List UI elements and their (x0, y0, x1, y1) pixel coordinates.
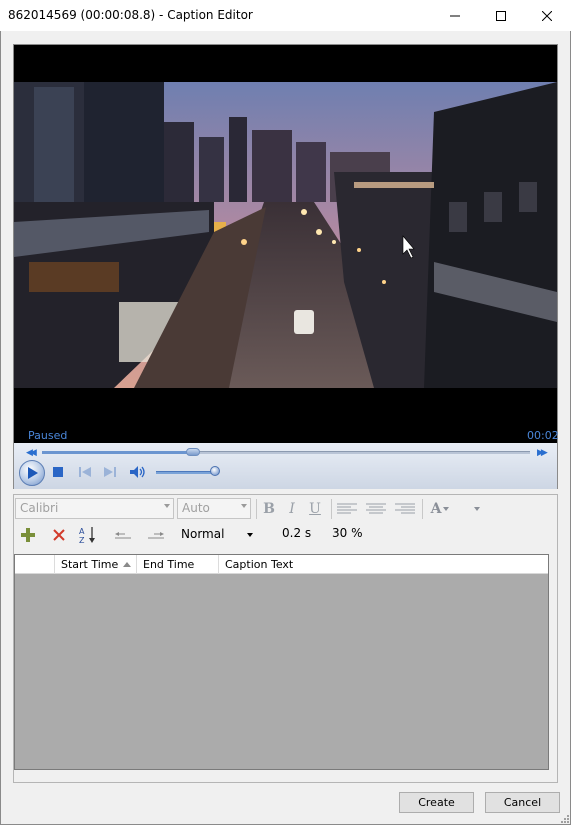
align-left-button[interactable] (335, 499, 359, 519)
font-size-value: Auto (182, 501, 210, 515)
volume-slider[interactable] (156, 471, 216, 474)
chevron-down-icon (474, 507, 480, 511)
plus-icon (21, 528, 35, 542)
chevron-down-icon (164, 504, 170, 508)
maximize-icon (496, 10, 506, 21)
title-bar: 862014569 (00:00:08.8) - Caption Editor (0, 0, 571, 31)
align-left-icon (337, 503, 357, 514)
column-header-select[interactable] (15, 555, 55, 574)
column-header-caption-text[interactable]: Caption Text (219, 555, 548, 574)
chevron-down-icon (247, 533, 253, 537)
underline-label: U (309, 501, 321, 517)
delete-x-icon (53, 529, 65, 541)
align-center-button[interactable] (364, 499, 388, 519)
playback-time: 00:02 (527, 429, 559, 442)
seek-bar-thumb[interactable] (186, 448, 201, 456)
toolbar-divider (422, 499, 423, 519)
svg-text:Z: Z (79, 536, 85, 544)
align-center-icon (366, 503, 386, 514)
move-caption-down-button[interactable] (146, 525, 166, 545)
next-icon (104, 467, 116, 477)
italic-label: I (289, 501, 295, 517)
percent-field[interactable]: 30 % (332, 526, 363, 540)
indent-right-icon (148, 532, 164, 539)
seek-back-icon[interactable]: ◀◀ (26, 448, 37, 458)
window-title: 862014569 (00:00:08.8) - Caption Editor (8, 8, 253, 22)
bold-label: B (263, 501, 275, 517)
font-color-button[interactable]: A (427, 499, 453, 519)
minimize-icon (450, 15, 460, 16)
previous-icon (79, 467, 91, 477)
chevron-down-icon (241, 504, 247, 508)
font-family-value: Calibri (20, 501, 59, 515)
playback-speed-value: Normal (181, 527, 225, 541)
video-frame[interactable] (14, 82, 557, 388)
close-button[interactable] (524, 0, 570, 31)
sort-button[interactable]: A Z (77, 525, 99, 545)
sort-ascending-icon (123, 562, 131, 567)
move-caption-up-button[interactable] (113, 525, 133, 545)
highlight-color-button[interactable] (470, 499, 484, 519)
play-icon (28, 467, 38, 479)
create-button[interactable]: Create (399, 792, 474, 813)
add-caption-button[interactable] (18, 525, 38, 545)
volume-button[interactable] (129, 465, 147, 479)
playback-status: Paused (28, 429, 68, 442)
play-button[interactable] (19, 460, 45, 486)
caption-table[interactable] (14, 554, 549, 770)
column-header-start-time-label: Start Time (61, 558, 119, 571)
indent-left-icon (115, 532, 131, 539)
svg-text:A: A (79, 527, 85, 536)
stop-button[interactable] (51, 465, 65, 479)
resize-grip-icon[interactable] (560, 814, 569, 823)
toolbar-divider (331, 499, 332, 519)
underline-button[interactable]: U (305, 499, 325, 519)
previous-button[interactable] (78, 465, 92, 479)
align-right-button[interactable] (393, 499, 417, 519)
minimize-button[interactable] (432, 0, 478, 31)
cancel-button[interactable]: Cancel (485, 792, 560, 813)
volume-slider-thumb[interactable] (210, 466, 220, 476)
time-step-field[interactable]: 0.2 s (282, 526, 311, 540)
video-image (14, 82, 557, 388)
seek-bar-progress (42, 451, 194, 454)
next-button[interactable] (103, 465, 117, 479)
toolbar-divider (256, 499, 257, 519)
column-header-start-time[interactable]: Start Time (55, 555, 137, 574)
maximize-button[interactable] (478, 0, 524, 31)
close-icon (542, 10, 552, 21)
column-header-end-time[interactable]: End Time (137, 555, 219, 574)
stop-icon (53, 467, 63, 477)
delete-caption-button[interactable] (49, 525, 69, 545)
font-size-select[interactable]: Auto (177, 498, 251, 519)
chevron-down-icon (443, 507, 450, 511)
volume-icon (130, 466, 145, 478)
player-control-bar (14, 443, 557, 489)
font-family-select[interactable]: Calibri (15, 498, 174, 519)
italic-button[interactable]: I (282, 499, 302, 519)
align-right-icon (395, 503, 415, 514)
seek-forward-icon[interactable]: ▶▶ (537, 448, 548, 458)
bold-button[interactable]: B (259, 499, 279, 519)
font-color-label: A (430, 501, 442, 517)
sort-az-icon: A Z (79, 527, 95, 544)
playback-speed-select[interactable]: Normal (178, 525, 258, 545)
